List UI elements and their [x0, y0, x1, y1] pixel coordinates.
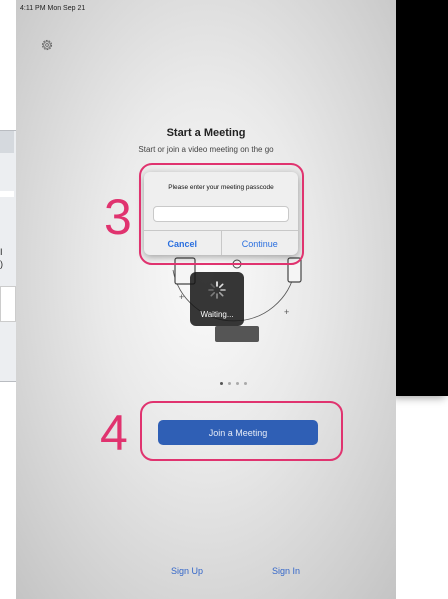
background-card-text-1: I — [0, 247, 3, 257]
laptop-icon — [215, 326, 259, 342]
background-card-header — [0, 131, 14, 153]
page-dot[interactable] — [244, 382, 247, 385]
sign-up-link[interactable]: Sign Up — [171, 566, 203, 576]
step-3-number: 3 — [104, 189, 132, 245]
background-card-text-2: ) — [0, 259, 3, 269]
gear-icon[interactable] — [40, 38, 54, 52]
background-dark-window — [396, 0, 448, 396]
step-3-highlight — [139, 163, 304, 265]
step-4-number: 4 — [100, 405, 128, 461]
page-dot[interactable] — [228, 382, 231, 385]
svg-text:+: + — [284, 307, 289, 317]
background-card-divider — [0, 191, 14, 197]
waiting-label: Waiting... — [200, 310, 234, 319]
spinner-icon — [208, 281, 226, 299]
start-meeting-title: Start a Meeting — [166, 127, 246, 139]
step-4-highlight — [140, 401, 343, 461]
start-meeting-subtitle: Start or join a video meeting on the go — [138, 145, 274, 154]
sign-in-link[interactable]: Sign In — [272, 566, 300, 576]
page-indicator[interactable] — [220, 382, 247, 385]
waiting-overlay: Waiting... — [190, 272, 244, 326]
status-bar-time: 4:11 PM Mon Sep 21 — [20, 5, 86, 12]
page-dot[interactable] — [220, 382, 223, 385]
svg-text:+: + — [179, 292, 184, 302]
background-card-button — [0, 286, 16, 322]
page-dot[interactable] — [236, 382, 239, 385]
background-window-card: I ) — [0, 130, 17, 382]
